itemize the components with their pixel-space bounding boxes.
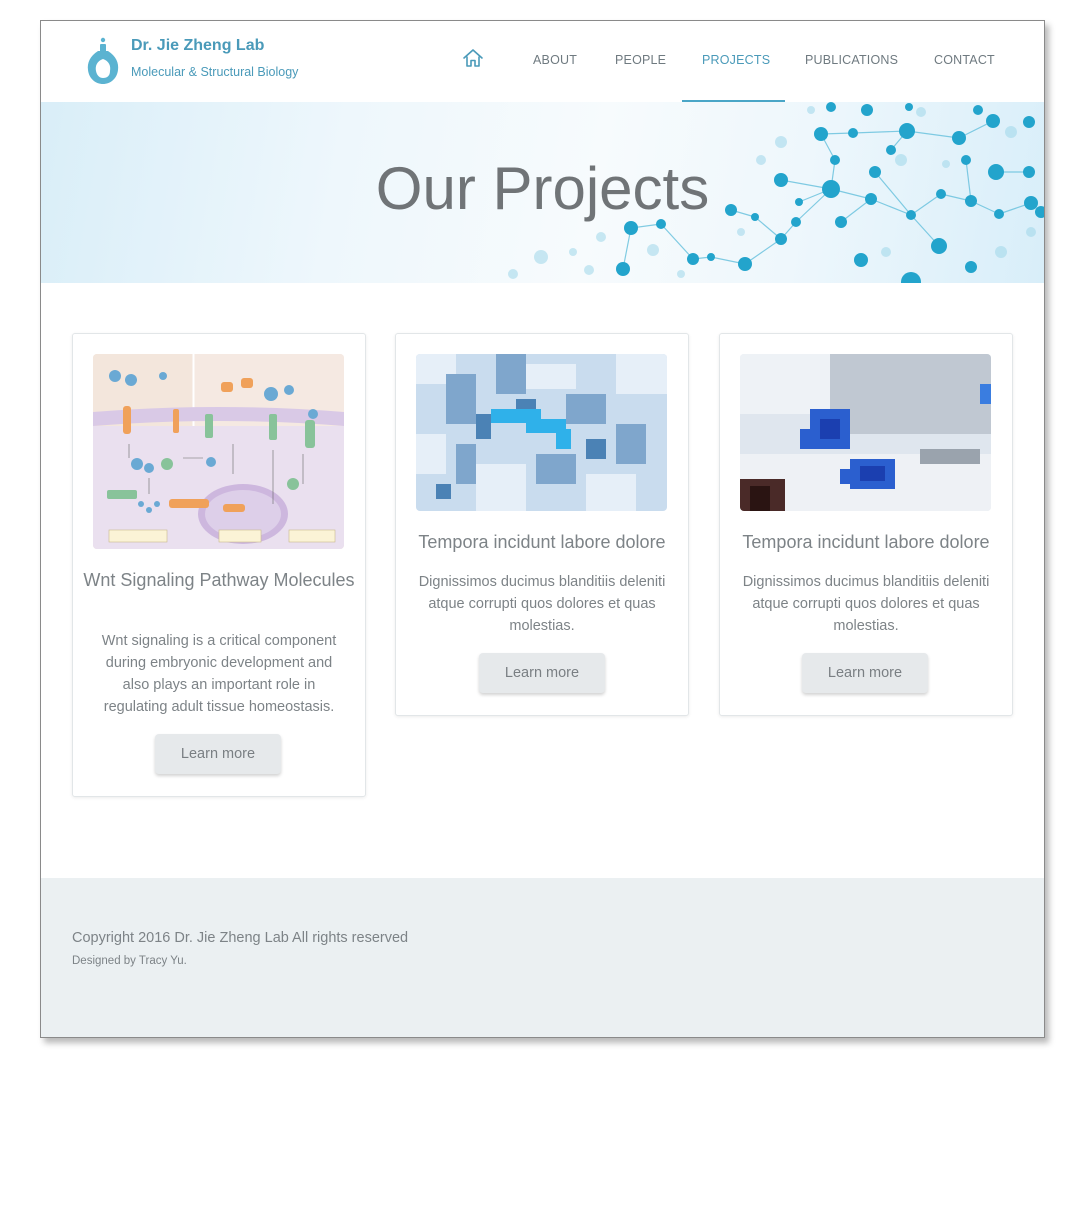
project-image-blurred[interactable] [416, 354, 667, 511]
home-icon[interactable] [461, 47, 485, 69]
main-nav: ABOUT PEOPLE PROJECTS PUBLICATIONS CONTA… [41, 21, 1044, 102]
nav-about[interactable]: ABOUT [533, 53, 577, 67]
nav-people[interactable]: PEOPLE [615, 53, 666, 67]
copyright-text: Copyright 2016 Dr. Jie Zheng Lab All rig… [72, 930, 409, 946]
card-description: Wnt signaling is a critical component du… [101, 633, 337, 715]
nav-projects[interactable]: PROJECTS [702, 53, 770, 67]
learn-more-button[interactable]: Learn more [479, 653, 605, 693]
page-title: Our Projects [375, 155, 710, 222]
learn-more-button[interactable]: Learn more [802, 653, 928, 693]
browser-window: Dr. Jie Zheng Lab Molecular & Structural… [40, 20, 1045, 1038]
project-card: Tempora incidunt labore dolore Dignissim… [395, 333, 689, 716]
project-image-blurred[interactable] [740, 354, 991, 511]
nav-publications[interactable]: PUBLICATIONS [805, 53, 898, 67]
learn-more-button[interactable]: Learn more [155, 734, 281, 774]
hero-banner: Our Projects [41, 102, 1044, 283]
project-card: Wnt Signaling Pathway Molecules Wnt sign… [72, 333, 366, 797]
card-title: Tempora incidunt labore dolore [418, 532, 666, 552]
site-header: Dr. Jie Zheng Lab Molecular & Structural… [41, 21, 1044, 102]
wnt-pathway-diagram-image[interactable] [93, 354, 344, 549]
nav-contact[interactable]: CONTACT [934, 53, 995, 67]
card-description: Dignissimos ducimus blanditiis deleniti … [418, 574, 666, 634]
project-card: Tempora incidunt labore dolore Dignissim… [719, 333, 1013, 716]
card-title: Wnt Signaling Pathway Molecules [83, 570, 355, 590]
card-title: Tempora incidunt labore dolore [742, 532, 990, 552]
site-footer: Copyright 2016 Dr. Jie Zheng Lab All rig… [41, 878, 1044, 1037]
designer-credit: Designed by Tracy Yu. [72, 955, 187, 967]
card-description: Dignissimos ducimus blanditiis deleniti … [742, 574, 990, 634]
